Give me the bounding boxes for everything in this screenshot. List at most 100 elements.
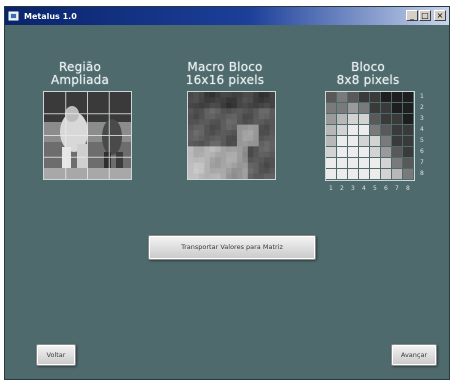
macro-pixel: [253, 135, 259, 142]
macro-pixel: [215, 140, 221, 147]
macro-pixel: [242, 157, 249, 163]
macro-pixel: [215, 97, 221, 104]
bloco-row-number: 1: [420, 93, 424, 100]
macro-pixel: [236, 130, 243, 136]
macro-pixel: [188, 168, 194, 174]
macro-pixel: [231, 119, 238, 125]
bloco-cell: [370, 158, 380, 168]
bloco-cell: [359, 92, 369, 102]
macro-pixel: [209, 113, 216, 120]
macro-pixel: [198, 92, 205, 98]
macro-pixel: [204, 92, 211, 98]
macro-pixel: [247, 151, 254, 158]
macro-pixel: [253, 108, 259, 115]
macro-pixel: [220, 124, 227, 131]
macro-pixel: [209, 119, 216, 125]
macro-pixel: [242, 102, 249, 109]
macro-pixel: [226, 113, 232, 120]
bloco-cells: [326, 92, 413, 179]
macro-pixel: [204, 162, 211, 169]
bloco-cell: [326, 158, 336, 168]
macro-pixel: [264, 140, 270, 147]
macro-pixel: [220, 113, 227, 120]
bloco-cell: [392, 114, 402, 124]
macro-pixel: [209, 135, 216, 142]
bloco-cell: [359, 169, 369, 179]
macro-pixel: [198, 97, 205, 104]
macro-pixel: [247, 130, 254, 136]
bloco-row-number: 8: [420, 170, 424, 177]
macro-pixel: [247, 140, 254, 147]
bloco-col-number: 5: [373, 185, 377, 192]
macro-pixel: [247, 157, 254, 163]
macro-pixel: [269, 130, 275, 136]
macro-pixel: [220, 130, 227, 136]
macro-pixel: [253, 146, 259, 153]
bloco-row-number: 4: [420, 126, 424, 133]
bloco-cell: [392, 147, 402, 157]
macro-pixel: [264, 92, 270, 98]
macro-pixel: [269, 108, 275, 115]
macro-pixel: [242, 124, 249, 131]
macro-pixel: [253, 113, 259, 120]
macro-pixel: [264, 130, 270, 136]
macro-pixel: [188, 119, 194, 125]
maximize-button[interactable]: □: [419, 10, 431, 21]
macro-pixel: [236, 162, 243, 169]
macro-pixel: [242, 119, 249, 125]
bloco-cell: [403, 114, 413, 124]
back-button[interactable]: Voltar: [36, 344, 76, 366]
transport-values-button[interactable]: Transportar Valores para Matriz: [148, 235, 316, 260]
macro-pixel: [198, 135, 205, 142]
macro-pixel: [258, 108, 265, 115]
bloco-cell: [370, 125, 380, 135]
bloco-cell: [381, 169, 391, 179]
forward-button[interactable]: Avançar: [391, 344, 437, 366]
macro-pixel: [258, 113, 265, 120]
bloco-cell: [381, 158, 391, 168]
macro-pixel: [253, 97, 259, 104]
macro-pixel: [258, 119, 265, 125]
macro-pixel: [231, 157, 238, 163]
close-button[interactable]: ×: [434, 10, 446, 21]
macro-pixel: [258, 146, 265, 153]
bloco-label-line2: 8x8 pixels: [336, 73, 400, 87]
bloco-cell: [403, 147, 413, 157]
bloco-cell: [359, 158, 369, 168]
bloco-col-number: 4: [362, 185, 366, 192]
macro-pixel: [226, 97, 232, 104]
window-controls: _ □ ×: [406, 10, 446, 21]
window-title: Metalus 1.0: [24, 11, 77, 21]
macro-pixel: [209, 124, 216, 131]
bloco-cell: [337, 125, 347, 135]
bloco-cell: [348, 125, 358, 135]
macro-pixel: [204, 140, 211, 147]
macro-pixel: [188, 102, 194, 109]
macro-pixel: [193, 173, 200, 179]
macro-pixel: [258, 162, 265, 169]
macro-pixel: [220, 151, 227, 158]
macro-pixel: [258, 173, 265, 179]
macro-pixel: [193, 102, 200, 109]
bloco-cell: [370, 92, 380, 102]
macro-pixel: [220, 102, 227, 109]
bloco-cell: [403, 169, 413, 179]
macro-pixel: [215, 162, 221, 169]
macro-pixel: [220, 135, 227, 142]
macro-pixel: [253, 151, 259, 158]
macro-pixel: [253, 92, 259, 98]
macro-pixel: [236, 173, 243, 179]
macro-pixel: [258, 92, 265, 98]
macro-pixel: [253, 168, 259, 174]
macro-pixel: [231, 162, 238, 169]
macro-pixel: [193, 146, 200, 153]
macro-pixel: [236, 113, 243, 120]
macro-pixel: [226, 146, 232, 153]
bloco-cell: [337, 92, 347, 102]
bloco-cell: [359, 125, 369, 135]
minimize-button[interactable]: _: [406, 10, 418, 21]
macro-pixel: [209, 151, 216, 158]
macro-pixel: [198, 146, 205, 153]
bloco-cell: [403, 125, 413, 135]
bloco-cell: [337, 136, 347, 146]
